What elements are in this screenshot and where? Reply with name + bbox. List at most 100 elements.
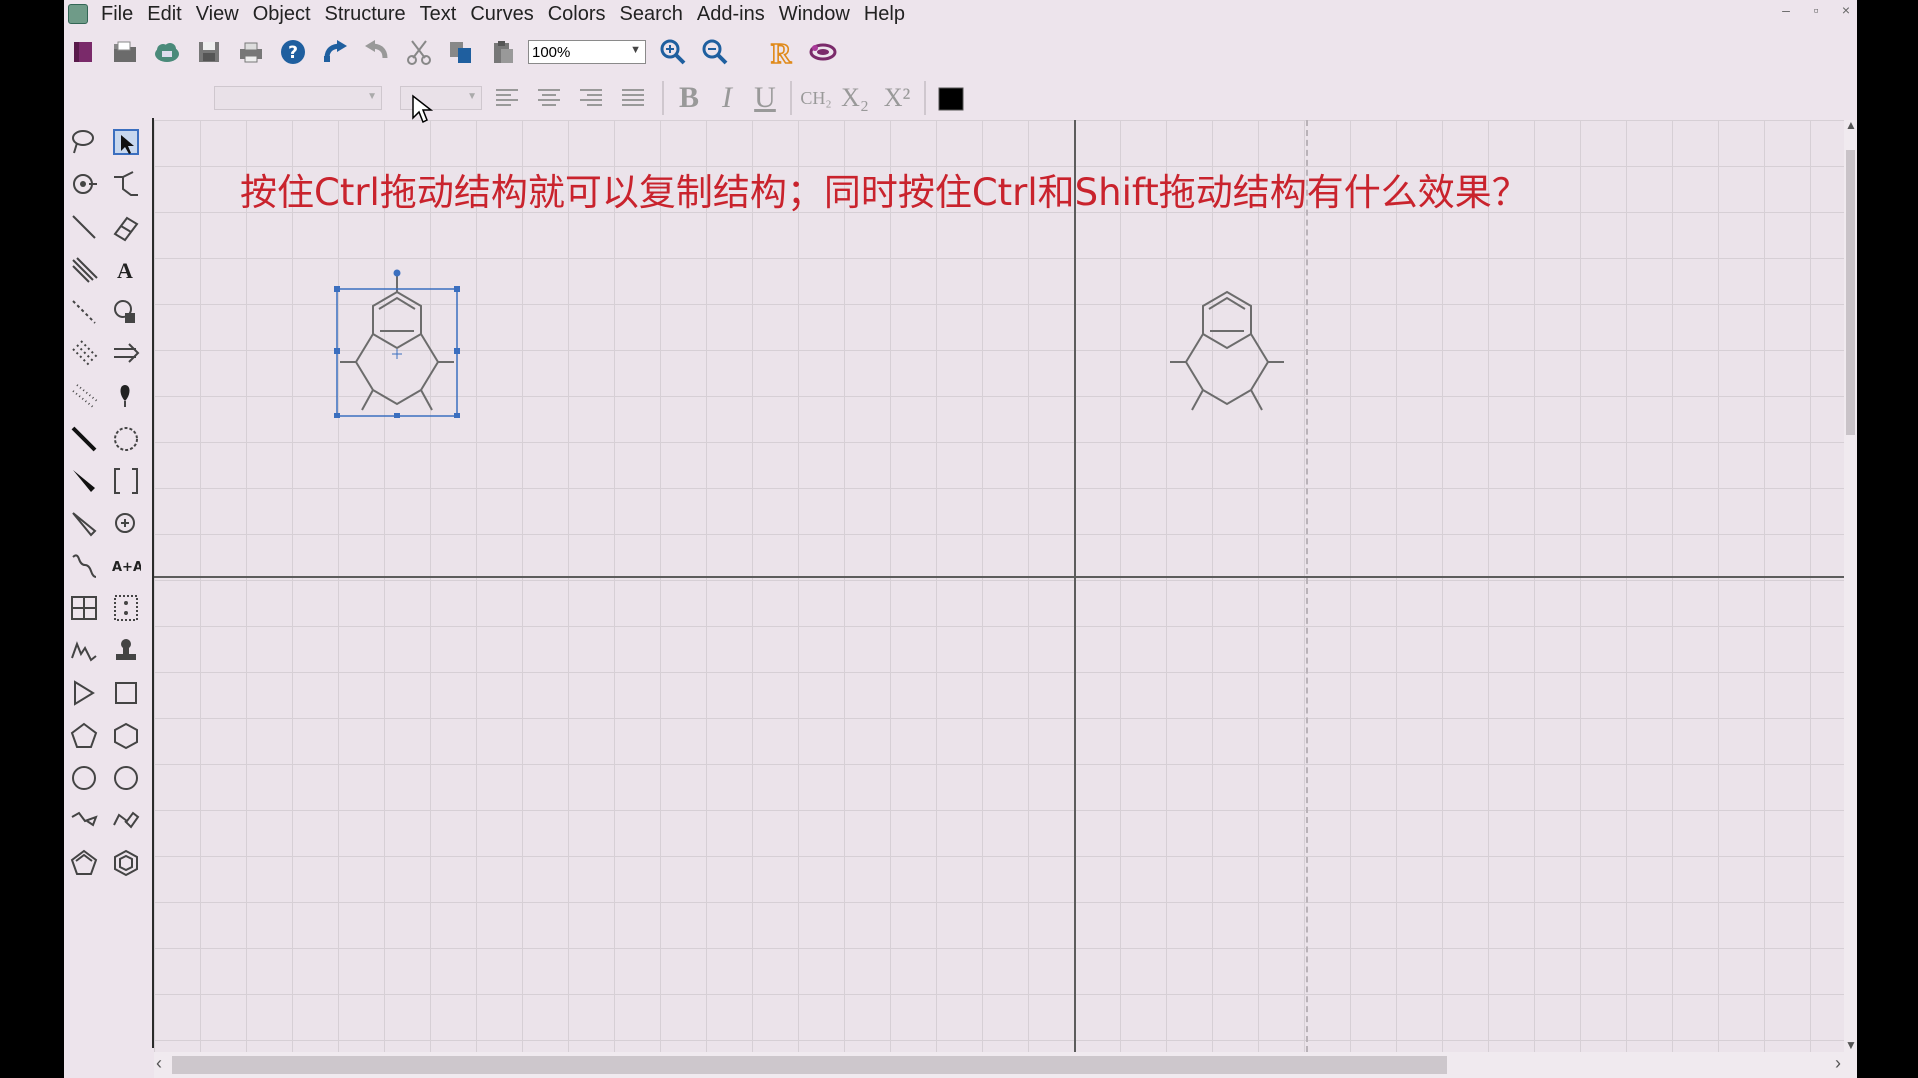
- justify-button[interactable]: [614, 79, 652, 117]
- dotted-bond-tool[interactable]: [66, 378, 102, 414]
- cyclohexane-tool[interactable]: [108, 718, 144, 754]
- text-color-button[interactable]: [932, 79, 970, 117]
- bold-bond-tool[interactable]: [66, 421, 102, 457]
- color-swatch-icon: [938, 87, 964, 111]
- chair-cyclohexane-2-tool[interactable]: [108, 802, 144, 838]
- cyclopentadiene-tool[interactable]: [66, 845, 102, 881]
- cyclooctane-tool[interactable]: [108, 760, 144, 796]
- spectrum-tool[interactable]: [66, 633, 102, 669]
- orbital-tool[interactable]: [108, 421, 144, 457]
- benzene-tool[interactable]: [108, 845, 144, 881]
- help-button[interactable]: ?: [274, 33, 312, 71]
- menu-curves[interactable]: Curves: [463, 3, 540, 26]
- tlc-plate-tool[interactable]: [108, 590, 144, 626]
- align-right-button[interactable]: [572, 79, 610, 117]
- menu-search[interactable]: Search: [613, 3, 690, 26]
- restore-icon[interactable]: ▫: [1805, 2, 1827, 18]
- font-select[interactable]: ▼: [214, 86, 382, 110]
- chair-cyclohexane-tool[interactable]: [66, 802, 102, 838]
- close-icon[interactable]: ×: [1835, 2, 1857, 18]
- save-button[interactable]: [190, 33, 228, 71]
- bold-button[interactable]: B: [670, 80, 708, 116]
- align-left-icon: [496, 89, 518, 106]
- scroll-right-icon[interactable]: ›: [1835, 1053, 1841, 1074]
- undo-button[interactable]: [316, 33, 354, 71]
- drawing-canvas[interactable]: 按住Ctrl拖动结构就可以复制结构；同时按住Ctrl和Shift拖动结构有什么效…: [154, 120, 1844, 1052]
- menu-object[interactable]: Object: [246, 3, 318, 26]
- heptagon-icon: [72, 766, 96, 790]
- open-button[interactable]: [106, 33, 144, 71]
- selected-structure[interactable]: [332, 268, 462, 418]
- open-templates-button[interactable]: [148, 33, 186, 71]
- cut-button[interactable]: [400, 33, 438, 71]
- table-tool[interactable]: [66, 590, 102, 626]
- rotate-handle[interactable]: [393, 269, 401, 277]
- text-tool[interactable]: A: [108, 251, 144, 287]
- formula-button[interactable]: CH₂: [798, 80, 834, 116]
- vertical-scrollbar[interactable]: ▲ ▼: [1844, 118, 1857, 1052]
- rotate-3d-icon: [73, 174, 97, 195]
- scroll-up-icon[interactable]: ▲: [1845, 118, 1857, 132]
- horizontal-scrollbar[interactable]: ‹ ›: [154, 1052, 1857, 1078]
- wavy-bond-tool[interactable]: [66, 548, 102, 584]
- reaction-button[interactable]: R: [762, 33, 800, 71]
- hollow-wedge-tool[interactable]: [66, 506, 102, 542]
- app-icon[interactable]: [68, 4, 88, 24]
- structure-perspective-tool[interactable]: [66, 166, 102, 202]
- menu-file[interactable]: File: [94, 3, 140, 26]
- scroll-left-icon[interactable]: ‹: [156, 1053, 162, 1074]
- rectangle-tool[interactable]: [108, 675, 144, 711]
- menu-add-ins[interactable]: Add-ins: [690, 3, 772, 26]
- menu-structure[interactable]: Structure: [318, 3, 413, 26]
- superscript-button[interactable]: X²: [876, 80, 918, 116]
- zoom-select[interactable]: 100% ▼: [528, 40, 646, 64]
- underline-button[interactable]: U: [746, 80, 784, 116]
- zoom-in-button[interactable]: [654, 33, 692, 71]
- align-center-button[interactable]: [530, 79, 568, 117]
- zoom-out-button[interactable]: [696, 33, 734, 71]
- scroll-down-icon[interactable]: ▼: [1845, 1038, 1857, 1052]
- chain-tool[interactable]: [108, 166, 144, 202]
- chevron-down-icon: ▼: [367, 91, 377, 102]
- eraser-tool[interactable]: [108, 209, 144, 245]
- cyclopentane-tool[interactable]: [66, 718, 102, 754]
- vertical-scroll-thumb[interactable]: [1846, 150, 1855, 435]
- minimize-icon[interactable]: –: [1775, 2, 1797, 18]
- dashed-bond-tool[interactable]: [66, 294, 102, 330]
- menu-colors[interactable]: Colors: [541, 3, 613, 26]
- charge-tool[interactable]: [108, 506, 144, 542]
- copy-button[interactable]: [442, 33, 480, 71]
- menu-window[interactable]: Window: [772, 3, 857, 26]
- subscript-button[interactable]: X₂: [834, 80, 876, 116]
- r-logo-icon: R: [770, 38, 793, 66]
- bracket-icon: [114, 468, 138, 495]
- italic-button[interactable]: I: [708, 80, 746, 116]
- align-left-button[interactable]: [488, 79, 526, 117]
- cycloheptane-tool[interactable]: [66, 760, 102, 796]
- template-tool[interactable]: [108, 294, 144, 330]
- chemical-symbol-tool[interactable]: A+A: [108, 548, 144, 584]
- paste-button[interactable]: [484, 33, 522, 71]
- stamp-tool[interactable]: [108, 633, 144, 669]
- play-tool[interactable]: [66, 675, 102, 711]
- lasso-tool[interactable]: [66, 124, 102, 160]
- hashed-bond-tool[interactable]: [66, 336, 102, 372]
- arrow-tool[interactable]: [108, 336, 144, 372]
- copied-structure[interactable]: [1162, 268, 1292, 418]
- mechanism-arrow-tool[interactable]: [108, 378, 144, 414]
- plus-circle-icon: [115, 512, 135, 533]
- marquee-tool[interactable]: [108, 124, 144, 160]
- menu-text[interactable]: Text: [413, 3, 464, 26]
- multiple-bond-tool[interactable]: [66, 251, 102, 287]
- print-button[interactable]: [232, 33, 270, 71]
- wedge-bond-tool[interactable]: [66, 463, 102, 499]
- new-document-button[interactable]: [64, 33, 102, 71]
- horizontal-scroll-thumb[interactable]: [172, 1056, 1447, 1074]
- 3d-model-button[interactable]: [804, 33, 842, 71]
- menu-view[interactable]: View: [189, 3, 246, 26]
- bracket-tool[interactable]: [108, 463, 144, 499]
- solid-bond-tool[interactable]: [66, 209, 102, 245]
- redo-button[interactable]: [358, 33, 396, 71]
- menu-help[interactable]: Help: [857, 3, 912, 26]
- menu-edit[interactable]: Edit: [140, 3, 188, 26]
